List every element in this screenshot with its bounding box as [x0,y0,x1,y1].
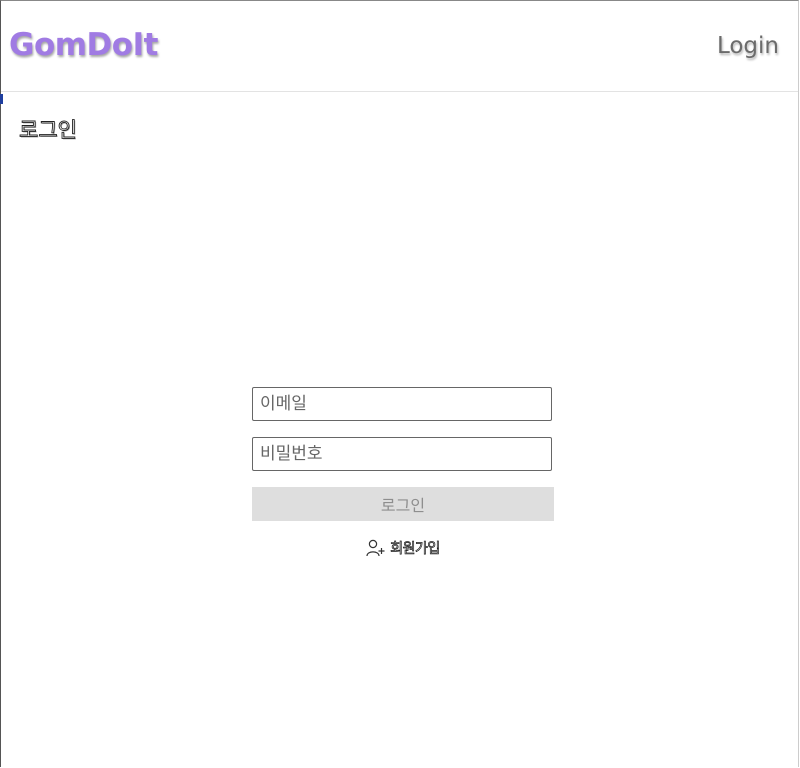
page-title: 로그인 [19,118,78,143]
login-link[interactable]: Login [717,33,779,59]
window-edge-accent [0,94,3,104]
signup-label: 회원가입 [390,541,441,558]
brand-logo[interactable]: GomDoIt [9,27,158,63]
user-plus-icon [366,539,386,557]
header: GomDoIt Login [1,1,798,92]
password-input[interactable] [252,437,552,471]
signup-link[interactable]: 회원가입 [252,538,554,558]
page: GomDoIt Login 로그인 로그인 회원가입 [0,0,799,767]
login-form: 로그인 회원가입 [252,387,554,558]
email-input[interactable] [252,387,552,421]
login-button[interactable]: 로그인 [252,487,554,521]
